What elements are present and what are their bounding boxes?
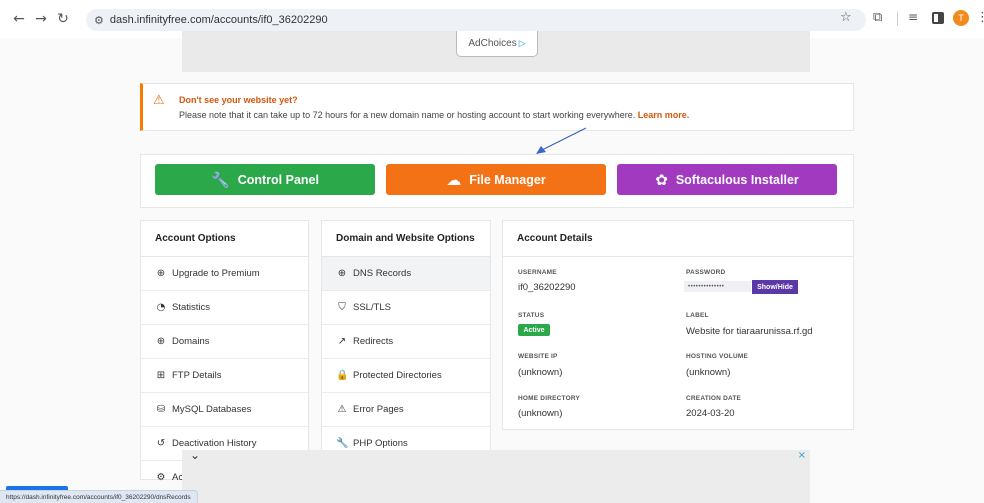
menu-item-label: Domains bbox=[172, 336, 210, 347]
domain-options-panel: Domain and Website Options ⊕ DNS Records… bbox=[321, 220, 491, 480]
home-directory-value: (unknown) bbox=[518, 408, 563, 419]
star-icon[interactable]: ☆ bbox=[840, 10, 852, 25]
database-icon: ⛁ bbox=[156, 404, 166, 415]
alert-banner: ⚠ Don't see your website yet? Please not… bbox=[140, 83, 854, 131]
forward-arrow-icon[interactable]: → bbox=[30, 8, 52, 30]
history-icon: ↺ bbox=[156, 438, 166, 449]
domain-options-title: Domain and Website Options bbox=[322, 221, 490, 257]
status-label: STATUS bbox=[518, 312, 545, 319]
menu-item-ftp-details[interactable]: ⊞ FTP Details bbox=[141, 359, 308, 393]
alert-title: Don't see your website yet? bbox=[179, 95, 298, 105]
status-bar-url: https://dash.infinityfree.com/accounts/i… bbox=[0, 490, 198, 503]
password-label: PASSWORD bbox=[686, 269, 726, 276]
softaculous-installer-button[interactable]: ✿ Softaculous Installer bbox=[617, 164, 837, 195]
warning-icon: ⚠ bbox=[337, 404, 347, 415]
menu-item-label: PHP Options bbox=[353, 438, 408, 449]
ftp-icon: ⊞ bbox=[156, 370, 166, 381]
cloud-upload-icon: ☁ bbox=[446, 170, 462, 189]
adchoices-label[interactable]: AdChoices ▷ bbox=[456, 31, 538, 57]
file-manager-button[interactable]: ☁ File Manager bbox=[386, 164, 606, 195]
softaculous-label: Softaculous Installer bbox=[675, 172, 799, 187]
alert-message: Please note that it can take up to 72 ho… bbox=[179, 110, 689, 120]
menu-item-error-pages[interactable]: ⚠ Error Pages bbox=[322, 393, 490, 427]
website-ip-value: (unknown) bbox=[518, 367, 563, 378]
menu-item-label: MySQL Databases bbox=[172, 404, 252, 415]
toolbar-divider bbox=[897, 12, 898, 26]
password-mask: •••••••••••••• bbox=[684, 281, 751, 292]
label-label: LABEL bbox=[686, 312, 709, 319]
chevron-down-icon[interactable]: ⌄ bbox=[190, 448, 200, 462]
extensions-icon[interactable]: ⧉ bbox=[873, 10, 882, 25]
lock-icon: 🔒 bbox=[336, 370, 349, 381]
creation-date-value: 2024-03-20 bbox=[686, 408, 735, 419]
softaculous-icon: ✿ bbox=[655, 170, 668, 189]
dns-icon: ⊕ bbox=[337, 268, 347, 279]
menu-item-label: Error Pages bbox=[353, 404, 404, 415]
menu-item-label: SSL/TLS bbox=[353, 302, 392, 313]
home-directory-label: HOME DIRECTORY bbox=[518, 395, 581, 402]
status-badge: Active bbox=[518, 324, 550, 336]
menu-item-label: Statistics bbox=[172, 302, 211, 313]
wrench-icon: 🔧 bbox=[336, 438, 349, 449]
close-icon[interactable]: × bbox=[798, 450, 806, 461]
account-options-title: Account Options bbox=[141, 221, 308, 257]
website-ip-label: WEBSITE IP bbox=[518, 353, 558, 360]
menu-item-label: Deactivation History bbox=[172, 438, 257, 449]
creation-date-label: CREATION DATE bbox=[686, 395, 742, 402]
wrench-icon: 🔧 bbox=[211, 170, 230, 189]
file-manager-label: File Manager bbox=[469, 172, 546, 187]
menu-item-domains[interactable]: ⊕ Domains bbox=[141, 325, 308, 359]
menu-item-dns-records[interactable]: ⊕ DNS Records bbox=[322, 257, 490, 291]
upgrade-icon: ⊕ bbox=[156, 268, 166, 279]
adchoices-icon: ▷ bbox=[518, 38, 526, 49]
gear-icon: ⚙ bbox=[156, 472, 166, 483]
alert-message-text: Please note that it can take up to 72 ho… bbox=[179, 110, 636, 120]
statistics-icon: ◔ bbox=[156, 302, 166, 313]
menu-item-label: FTP Details bbox=[172, 370, 222, 381]
hosting-volume-label: HOSTING VOLUME bbox=[686, 353, 749, 360]
account-options-panel: Account Options ⊕ Upgrade to Premium ◔ S… bbox=[140, 220, 309, 495]
annotation-arrow bbox=[536, 127, 587, 154]
menu-item-label: Upgrade to Premium bbox=[172, 268, 260, 279]
label-value: Website for tiaraarunissa.rf.gd bbox=[686, 326, 813, 337]
kebab-menu-icon[interactable]: ⋮ bbox=[976, 10, 984, 25]
control-panel-label: Control Panel bbox=[237, 172, 319, 187]
warning-icon: ⚠ bbox=[153, 93, 165, 108]
side-panel-icon[interactable] bbox=[932, 12, 944, 24]
bottom-ad-overlay[interactable]: ⌄ × bbox=[182, 448, 810, 503]
control-panel-button[interactable]: 🔧 Control Panel bbox=[155, 164, 375, 195]
profile-avatar[interactable]: T bbox=[953, 10, 969, 26]
menu-item-statistics[interactable]: ◔ Statistics bbox=[141, 291, 308, 325]
address-bar-url: dash.infinityfree.com/accounts/if0_36202… bbox=[109, 14, 328, 26]
reading-list-icon[interactable]: ≡ bbox=[908, 10, 918, 24]
menu-item-upgrade-to-premium[interactable]: ⊕ Upgrade to Premium bbox=[141, 257, 308, 291]
menu-item-mysql-databases[interactable]: ⛁ MySQL Databases bbox=[141, 393, 308, 427]
menu-item-ssl-tls[interactable]: ⛉ SSL/TLS bbox=[322, 291, 490, 325]
account-details-title: Account Details bbox=[503, 221, 853, 257]
menu-item-label: Redirects bbox=[353, 336, 394, 347]
hosting-volume-value: (unknown) bbox=[686, 367, 731, 378]
menu-item-protected-directories[interactable]: 🔒 Protected Directories bbox=[322, 359, 490, 393]
adchoices-text: AdChoices bbox=[468, 38, 517, 49]
menu-item-label: Protected Directories bbox=[353, 370, 442, 381]
menu-item-redirects[interactable]: ↗ Redirects bbox=[322, 325, 490, 359]
reload-icon[interactable]: ↻ bbox=[52, 8, 74, 30]
back-arrow-icon[interactable]: ← bbox=[8, 8, 30, 30]
show-hide-button[interactable]: Show/Hide bbox=[752, 280, 798, 294]
globe-icon: ⊕ bbox=[156, 336, 166, 347]
site-settings-icon[interactable]: ⚙ bbox=[94, 14, 104, 27]
learn-more-link[interactable]: Learn more. bbox=[638, 110, 690, 120]
address-bar[interactable]: ⚙ dash.infinityfree.com/accounts/if0_362… bbox=[86, 9, 866, 31]
username-value: if0_36202290 bbox=[518, 282, 576, 293]
redirect-icon: ↗ bbox=[337, 336, 347, 347]
shield-icon: ⛉ bbox=[338, 302, 346, 313]
menu-item-label: DNS Records bbox=[353, 268, 412, 279]
username-label: USERNAME bbox=[518, 269, 557, 276]
